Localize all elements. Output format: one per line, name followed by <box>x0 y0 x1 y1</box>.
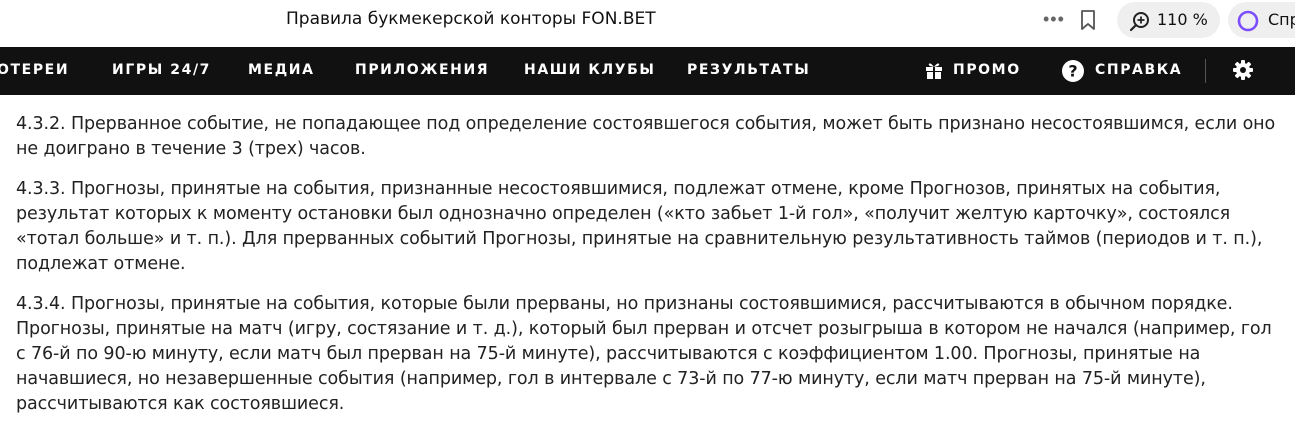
zoom-level: 110 % <box>1157 10 1208 29</box>
assistant-label: Спр <box>1268 10 1295 29</box>
nav-item-results[interactable]: РЕЗУЛЬТАТЫ <box>687 62 810 78</box>
zoom-in-icon <box>1129 10 1151 37</box>
nav-item-media[interactable]: МЕДИА <box>248 62 315 78</box>
svg-text:?: ? <box>1068 62 1077 81</box>
nav-divider <box>1205 59 1206 83</box>
nav-item-help[interactable]: СПРАВКА <box>1095 62 1182 78</box>
browser-toolbar: Правила букмекерской конторы FON.BET •••… <box>0 0 1295 42</box>
more-options-button[interactable]: ••• <box>1043 9 1065 30</box>
assistant-icon <box>1236 9 1260 38</box>
nav-item-lotteries[interactable]: ОТЕРЕИ <box>0 62 69 78</box>
rule-paragraph-4-3-4: 4.3.4. Прогнозы, принятые на события, ко… <box>16 294 1272 414</box>
assistant-button[interactable]: Спр <box>1228 2 1295 38</box>
nav-item-clubs[interactable]: НАШИ КЛУБЫ <box>524 62 655 78</box>
zoom-button[interactable]: 110 % <box>1117 2 1220 38</box>
rule-paragraph-4-3-3: 4.3.3. Прогнозы, принятые на события, пр… <box>16 179 1263 274</box>
bookmark-icon[interactable] <box>1079 9 1097 36</box>
nav-item-games[interactable]: ИГРЫ 24/7 <box>112 62 211 78</box>
page-title: Правила букмекерской конторы FON.BET <box>286 9 656 29</box>
rules-content: 4.3.2. Прерванное событие, не попадающее… <box>16 112 1286 432</box>
gear-icon[interactable] <box>1232 59 1254 86</box>
rule-paragraph-4-3-2: 4.3.2. Прерванное событие, не попадающее… <box>16 114 1276 159</box>
gift-icon[interactable] <box>924 60 944 85</box>
nav-item-apps[interactable]: ПРИЛОЖЕНИЯ <box>355 62 489 78</box>
site-navigation: ОТЕРЕИ ИГРЫ 24/7 МЕДИА ПРИЛОЖЕНИЯ НАШИ К… <box>0 47 1295 95</box>
nav-item-promo[interactable]: ПРОМО <box>953 62 1021 78</box>
help-icon[interactable]: ? <box>1061 59 1085 88</box>
